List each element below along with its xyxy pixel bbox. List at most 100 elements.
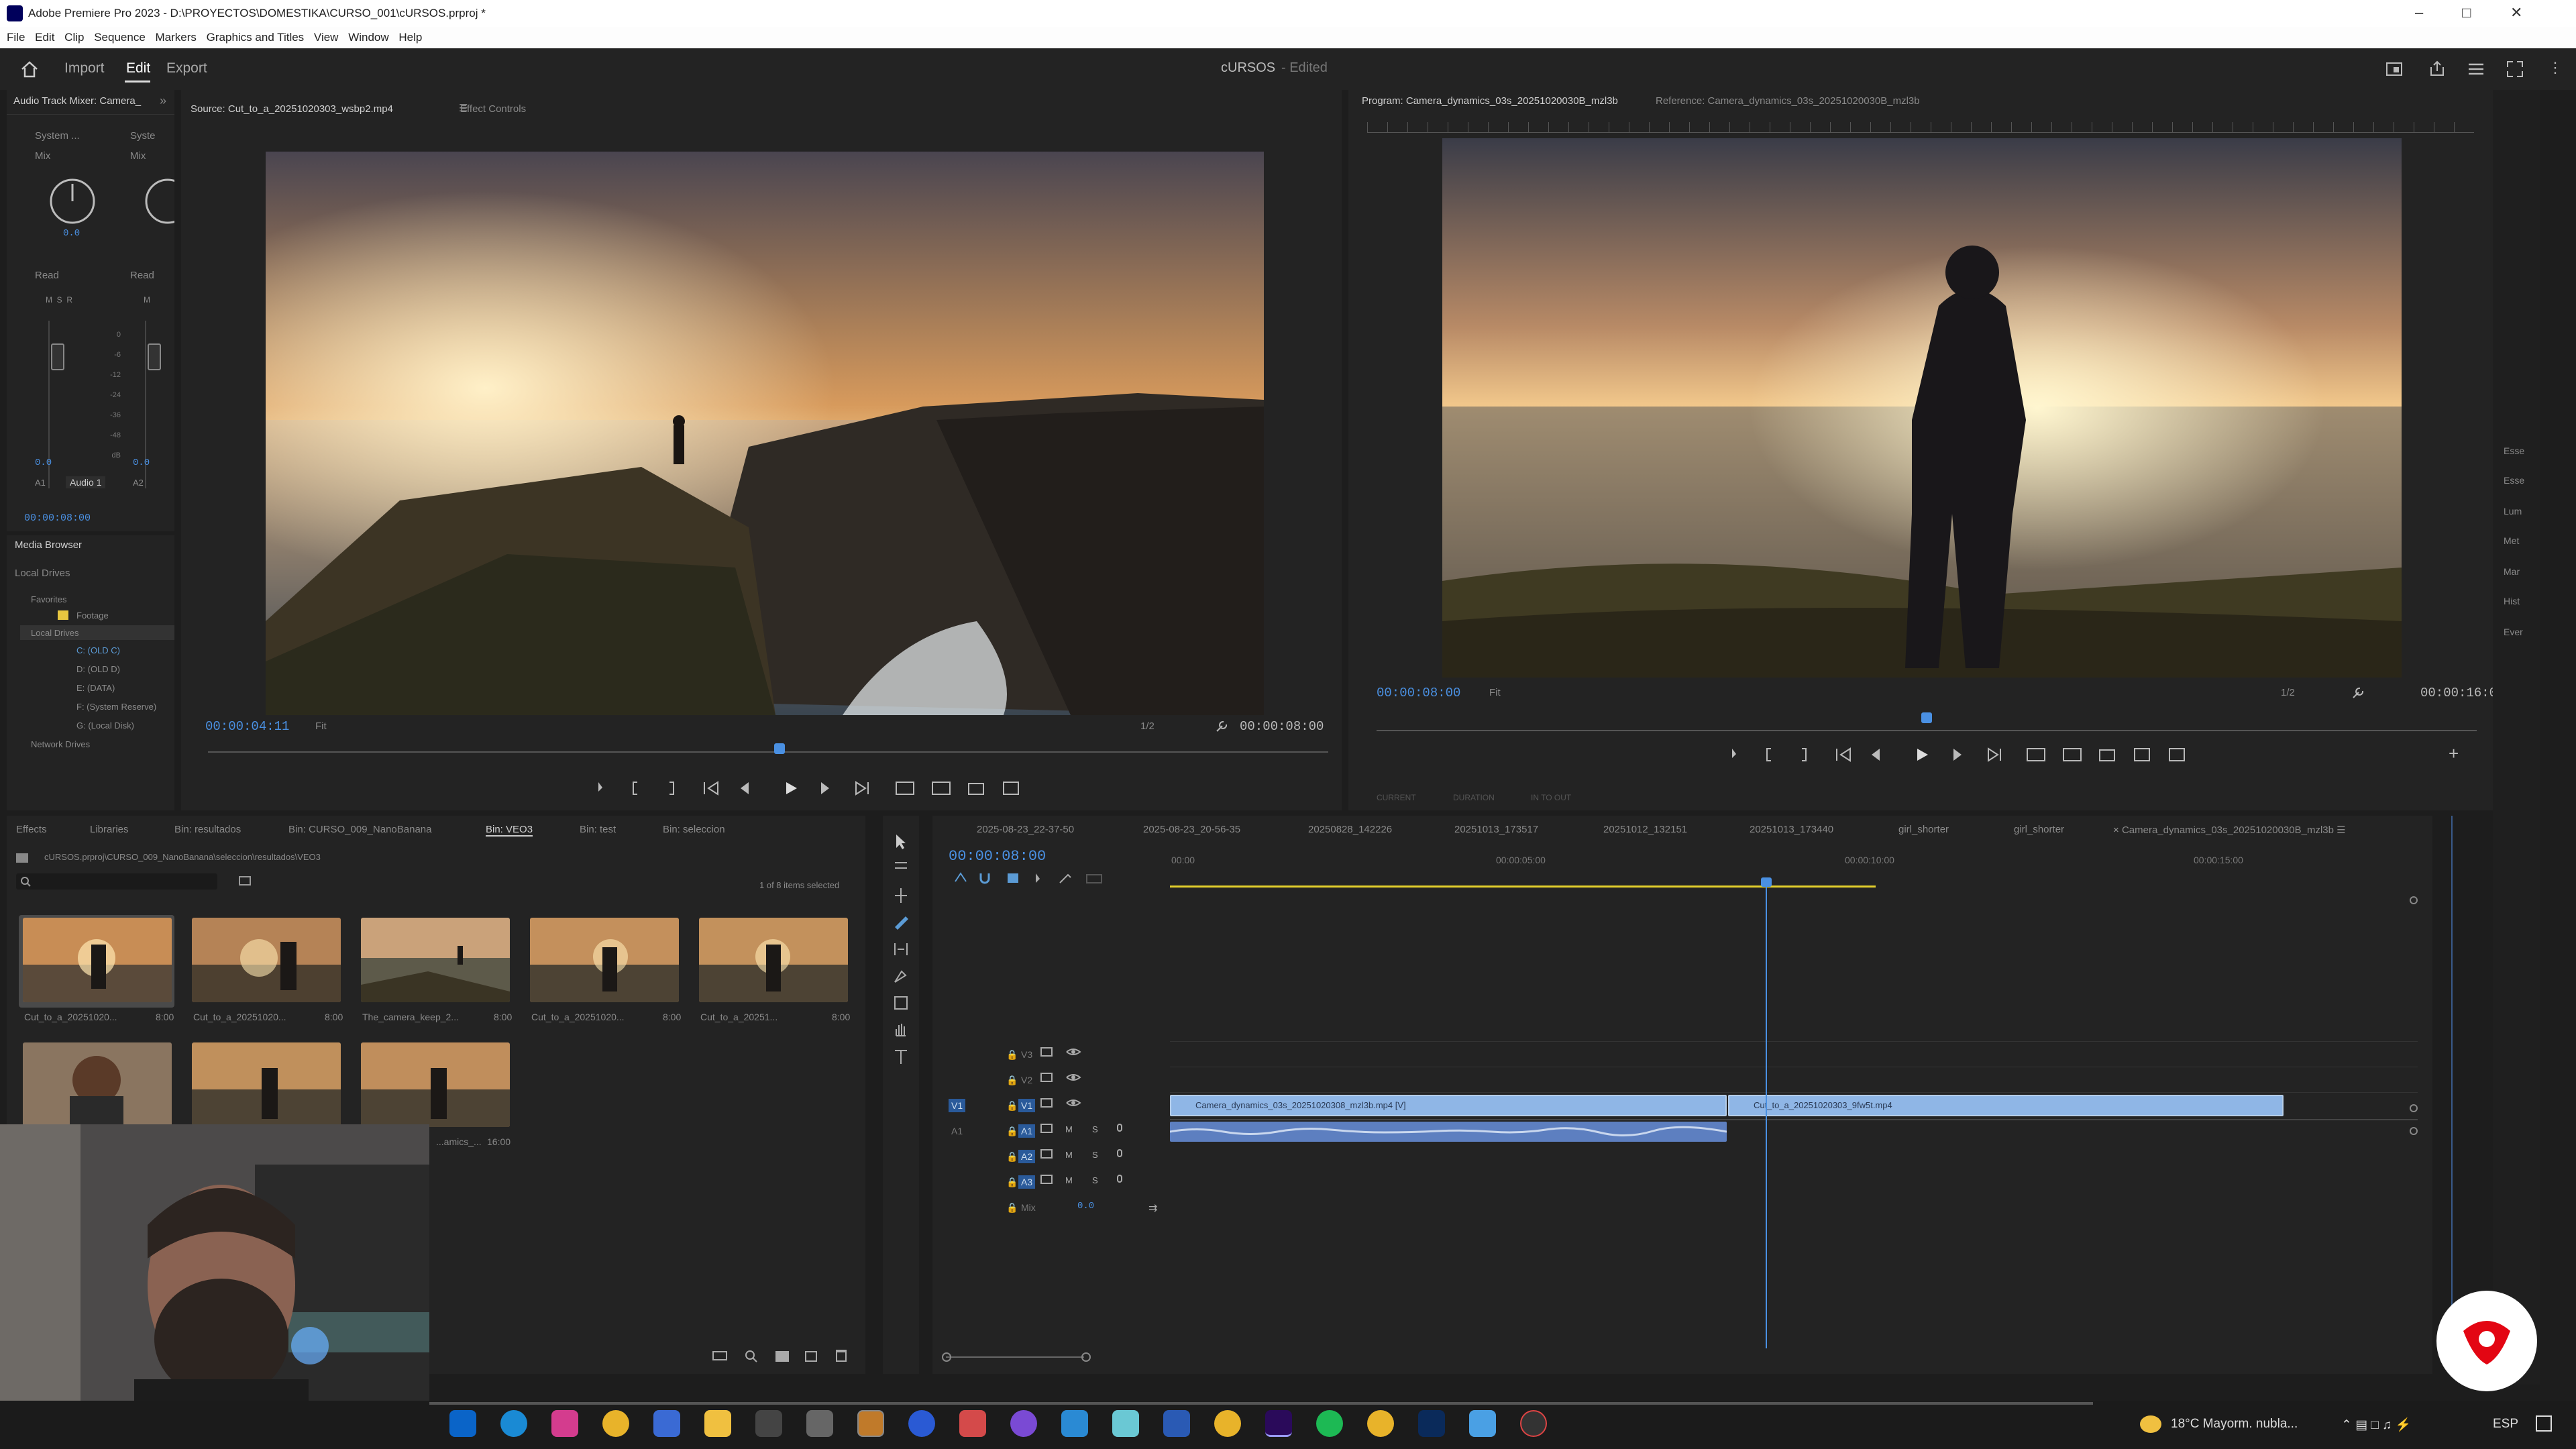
sequence-tab[interactable]: 2025-08-23_20-56-35 bbox=[1143, 824, 1240, 835]
lock-icon[interactable]: 🔒 bbox=[1006, 1126, 1018, 1137]
timeline-timecode[interactable]: 00:00:08:00 bbox=[949, 848, 1046, 865]
list-view-icon[interactable] bbox=[712, 1351, 727, 1360]
mute-2[interactable]: M bbox=[144, 295, 150, 305]
wrench-icon[interactable] bbox=[1214, 719, 1229, 734]
mute-solo-record-1[interactable]: M S R bbox=[46, 295, 72, 305]
clip-name[interactable]: The_camera_keep_2... bbox=[362, 1012, 459, 1022]
clip-thumbnail[interactable] bbox=[23, 918, 172, 1002]
sequence-tab[interactable]: 20251013_173517 bbox=[1454, 824, 1538, 835]
source-fit-dropdown[interactable]: Fit bbox=[315, 720, 327, 732]
menu-clip[interactable]: Clip bbox=[64, 31, 84, 44]
fader-2[interactable] bbox=[148, 343, 161, 370]
playhead-handle[interactable] bbox=[1761, 877, 1772, 887]
source-patch-a1[interactable]: A1 bbox=[951, 1126, 963, 1136]
source-playhead[interactable] bbox=[773, 743, 785, 754]
home-icon[interactable] bbox=[20, 60, 39, 78]
ch2-output[interactable]: Syste bbox=[130, 130, 156, 142]
lock-icon[interactable]: 🔒 bbox=[1006, 1177, 1018, 1188]
new-item-icon[interactable] bbox=[805, 1351, 817, 1362]
app-icon[interactable] bbox=[1469, 1410, 1496, 1437]
lock-icon[interactable]: 🔒 bbox=[1006, 1151, 1018, 1163]
time-ruler[interactable]: 00:00 00:00:05:00 00:00:10:00 00:00:15:0… bbox=[1170, 848, 2424, 868]
menu-markers[interactable]: Markers bbox=[156, 31, 197, 44]
minimize-icon[interactable]: – bbox=[2415, 4, 2423, 21]
clip-name[interactable]: Cut_to_a_20251020... bbox=[193, 1012, 286, 1022]
local-drives-header[interactable]: Local Drives bbox=[31, 628, 79, 638]
source-tab[interactable]: Source: Cut_to_a_20251020303_wsbp2.mp4 bbox=[191, 103, 393, 115]
program-bottom-tab-duration[interactable]: DURATION bbox=[1453, 793, 1495, 802]
app-icon[interactable] bbox=[1112, 1410, 1139, 1437]
lock-icon[interactable]: 🔒 bbox=[1006, 1075, 1018, 1086]
effect-controls-tab[interactable]: Effect Controls bbox=[460, 103, 526, 115]
clip-thumbnail[interactable] bbox=[361, 918, 510, 1002]
lock-icon[interactable]: 🔒 bbox=[1006, 1202, 1018, 1214]
mix-expand-icon[interactable]: ⇉ bbox=[1148, 1201, 1157, 1215]
clip-thumbnail[interactable] bbox=[192, 1042, 341, 1127]
word-icon[interactable] bbox=[1163, 1410, 1190, 1437]
edge-icon[interactable] bbox=[500, 1410, 527, 1437]
program-video-frame[interactable] bbox=[1442, 138, 2402, 678]
source-video-frame[interactable] bbox=[266, 152, 1264, 715]
video-clip-2[interactable]: Cut_to_a_20251020303_9fw5t.mp4 bbox=[1728, 1095, 2284, 1116]
program-scrubber[interactable] bbox=[1377, 730, 2477, 731]
sequence-tab[interactable]: girl_shorter bbox=[2014, 824, 2064, 835]
tab-bin-resultados[interactable]: Bin: resultados bbox=[174, 824, 241, 835]
track-name-v1[interactable]: V1 bbox=[1018, 1099, 1036, 1112]
vertical-scroll-handle[interactable] bbox=[2410, 1104, 2418, 1112]
track-name-v3[interactable]: V3 bbox=[1021, 1049, 1032, 1060]
ch1-automation[interactable]: Read bbox=[35, 270, 59, 281]
video-clip-1[interactable]: Camera_dynamics_03s_20251020308_mzl3b.mp… bbox=[1170, 1095, 1727, 1116]
zoom-handle-right[interactable] bbox=[1081, 1352, 1091, 1362]
fullscreen-icon[interactable] bbox=[2506, 60, 2524, 78]
new-folder-icon[interactable] bbox=[775, 1351, 789, 1362]
horizontal-zoom-scrollbar[interactable] bbox=[946, 1356, 1084, 1358]
source-patch-v1[interactable]: V1 bbox=[949, 1099, 966, 1112]
tab-bin-veo3[interactable]: Bin: VEO3 bbox=[486, 824, 533, 837]
right-panel-item[interactable]: Esse bbox=[2504, 475, 2524, 486]
vertical-scroll-handle[interactable] bbox=[2410, 896, 2418, 904]
tab-bin-test[interactable]: Bin: test bbox=[580, 824, 616, 835]
pan-knob-1[interactable] bbox=[46, 174, 99, 228]
panel-overflow-icon[interactable]: » bbox=[160, 94, 166, 108]
clip-thumbnail[interactable] bbox=[361, 1042, 510, 1127]
right-panel-item[interactable]: Lum bbox=[2504, 506, 2522, 517]
clip-thumbnail[interactable] bbox=[530, 918, 679, 1002]
ch1-mode[interactable]: Mix bbox=[35, 150, 50, 162]
tab-edit[interactable]: Edit bbox=[126, 60, 150, 76]
fader-1[interactable] bbox=[51, 343, 64, 370]
tab-effects[interactable]: Effects bbox=[16, 824, 47, 835]
mix-value[interactable]: 0.0 bbox=[1077, 1201, 1094, 1212]
ch1-output[interactable]: System ... bbox=[35, 130, 80, 142]
notification-icon[interactable] bbox=[2536, 1415, 2552, 1432]
photoshop-icon[interactable] bbox=[1418, 1410, 1445, 1437]
program-playhead[interactable] bbox=[1921, 712, 1932, 723]
drive-c[interactable]: C: (OLD C) bbox=[76, 645, 120, 655]
track-name-a3[interactable]: A3 bbox=[1018, 1175, 1036, 1189]
menu-file[interactable]: File bbox=[7, 31, 25, 44]
menu-window[interactable]: Window bbox=[348, 31, 388, 44]
slip-tool-icon[interactable] bbox=[892, 941, 910, 958]
app-icon[interactable] bbox=[1010, 1410, 1037, 1437]
playhead-line[interactable] bbox=[1766, 879, 1768, 1348]
right-panel-item[interactable]: Hist bbox=[2504, 596, 2520, 606]
calendar-icon[interactable] bbox=[857, 1410, 884, 1437]
tab-menu-icon[interactable]: ☰ bbox=[2337, 824, 2345, 836]
menu-view[interactable]: View bbox=[314, 31, 339, 44]
program-timecode[interactable]: 00:00:08:00 bbox=[1377, 686, 1460, 700]
zoom-handle-left[interactable] bbox=[942, 1352, 951, 1362]
lock-icon[interactable]: 🔒 bbox=[1006, 1049, 1018, 1061]
app-icon[interactable] bbox=[551, 1410, 578, 1437]
menu-sequence[interactable]: Sequence bbox=[94, 31, 146, 44]
clip-name[interactable]: Cut_to_a_20251020... bbox=[24, 1012, 117, 1022]
sequence-tab[interactable]: 20251012_132151 bbox=[1603, 824, 1687, 835]
system-tray-icons[interactable]: ⌃ ▤ □ ♫ ⚡ bbox=[2341, 1417, 2411, 1433]
chrome-icon[interactable] bbox=[1214, 1410, 1241, 1437]
program-resolution[interactable]: 1/2 bbox=[2281, 687, 2295, 698]
track-name-a2[interactable]: A2 bbox=[1018, 1150, 1036, 1163]
favorites-header[interactable]: Favorites bbox=[31, 594, 66, 604]
program-bottom-tab-current[interactable]: CURRENT bbox=[1377, 793, 1416, 802]
workspaces-icon[interactable] bbox=[2385, 62, 2403, 76]
rectangle-tool-icon[interactable] bbox=[892, 994, 910, 1012]
weather-text[interactable]: 18°C Mayorm. nubla... bbox=[2171, 1417, 2298, 1432]
maximize-icon[interactable]: □ bbox=[2462, 4, 2471, 21]
